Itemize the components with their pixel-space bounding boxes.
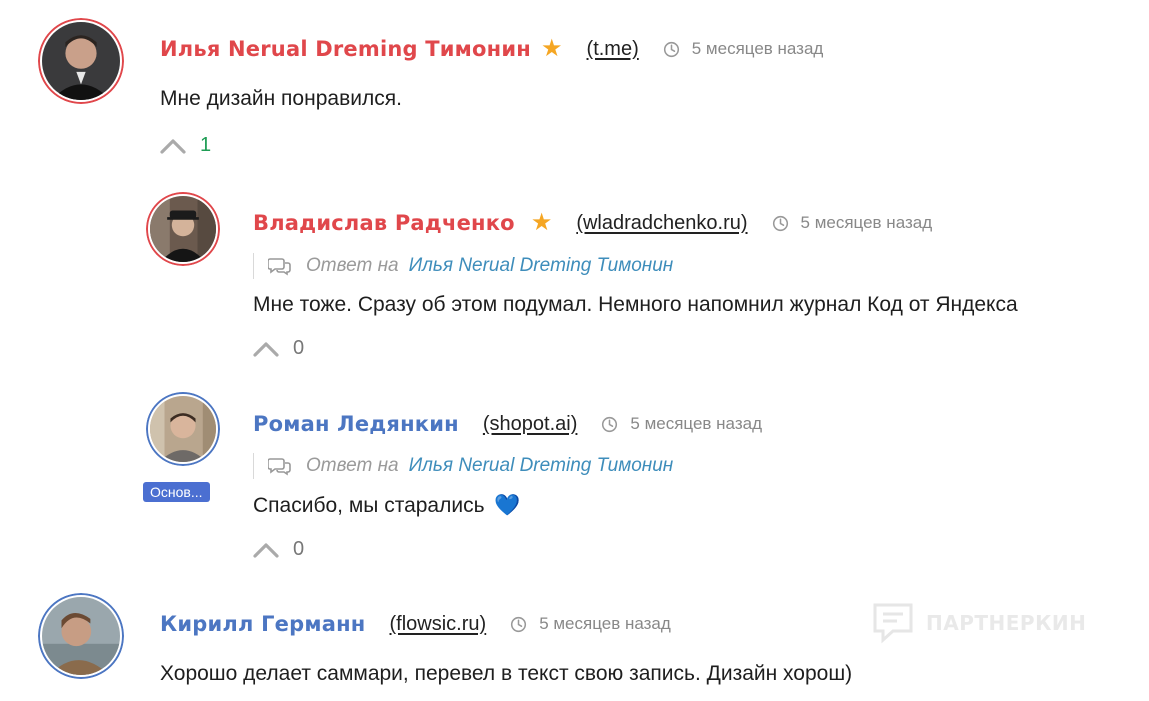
comment-text: Мне дизайн понравился.: [160, 87, 402, 110]
reply-label: Ответ на: [306, 455, 399, 476]
author-name[interactable]: Кирилл Германн: [160, 612, 366, 636]
timestamp-text: 5 месяцев назад: [630, 414, 762, 433]
comment-3-reply: Основ... Роман Ледянкин (shopot.ai) 5 ме…: [0, 380, 1149, 585]
chevron-up-icon[interactable]: [253, 542, 279, 558]
author-name[interactable]: Илья Nerual Dreming Тимонин: [160, 37, 531, 61]
vote-control: 1: [160, 134, 211, 157]
comment-1: Илья Nerual Dreming Тимонин ★ (t.me) 5 м…: [0, 0, 1149, 180]
avatar[interactable]: [146, 392, 220, 466]
timestamp-text: 5 месяцев назад: [691, 39, 824, 58]
reply-to-author-link[interactable]: Илья Nerual Dreming Тимонин: [409, 455, 674, 477]
timestamp: 5 месяцев назад: [772, 213, 933, 233]
avatar[interactable]: [38, 593, 124, 679]
timestamp-text: 5 месяцев назад: [800, 213, 933, 232]
clock-icon: [602, 416, 618, 432]
vote-count: 0: [293, 538, 305, 560]
role-badge: Основ...: [143, 482, 210, 502]
timestamp: 5 месяцев назад: [601, 414, 762, 434]
vote-count: 1: [200, 134, 212, 156]
avatar[interactable]: [38, 18, 124, 104]
author-site-link[interactable]: (shopot.ai): [483, 413, 578, 436]
comment-2-reply: Владислав Радченко ★ (wladradchenko.ru) …: [0, 180, 1149, 380]
vote-control: 0: [253, 337, 304, 360]
watermark: ПАРТНЕРКИН: [870, 600, 1086, 646]
partnerkin-logo-icon: [873, 603, 913, 644]
avatar[interactable]: [146, 192, 220, 266]
chat-bubbles-icon: [268, 258, 291, 276]
comment-text-content: Спасибо, мы старались: [253, 494, 485, 517]
author-site-link[interactable]: (wladradchenko.ru): [576, 212, 747, 235]
author-name[interactable]: Владислав Радченко: [253, 211, 515, 235]
timestamp: 5 месяцев назад: [510, 614, 671, 634]
author-name[interactable]: Роман Ледянкин: [253, 412, 459, 436]
chevron-up-icon[interactable]: [253, 341, 279, 357]
clock-icon: [511, 616, 527, 632]
vote-count: 0: [293, 337, 305, 359]
comment-text: Мне тоже. Сразу об этом подумал. Немного…: [253, 293, 1018, 316]
chevron-up-icon[interactable]: [160, 138, 186, 154]
chat-bubbles-icon: [268, 458, 291, 476]
blue-heart-emoji: 💙: [494, 494, 521, 517]
reply-reference: Ответ на Илья Nerual Dreming Тимонин: [253, 453, 673, 479]
comment-text: Хорошо делает саммари, перевел в текст с…: [160, 662, 853, 685]
star-icon: ★: [530, 209, 553, 236]
clock-icon: [663, 41, 679, 57]
timestamp: 5 месяцев назад: [663, 39, 824, 59]
reply-label: Ответ на: [306, 255, 399, 276]
author-site-link[interactable]: (t.me): [587, 38, 639, 61]
reply-reference: Ответ на Илья Nerual Dreming Тимонин: [253, 253, 673, 279]
comment-text: Спасибо, мы старались 💙: [253, 494, 521, 518]
comments-section: Илья Nerual Dreming Тимонин ★ (t.me) 5 м…: [0, 0, 1149, 701]
vote-control: 0: [253, 538, 304, 561]
clock-icon: [772, 215, 788, 231]
timestamp-text: 5 месяцев назад: [539, 614, 671, 633]
star-icon: ★: [541, 35, 563, 62]
reply-to-author-link[interactable]: Илья Nerual Dreming Тимонин: [409, 255, 674, 277]
watermark-text: ПАРТНЕРКИН: [926, 611, 1087, 635]
author-site-link[interactable]: (flowsic.ru): [390, 613, 487, 636]
